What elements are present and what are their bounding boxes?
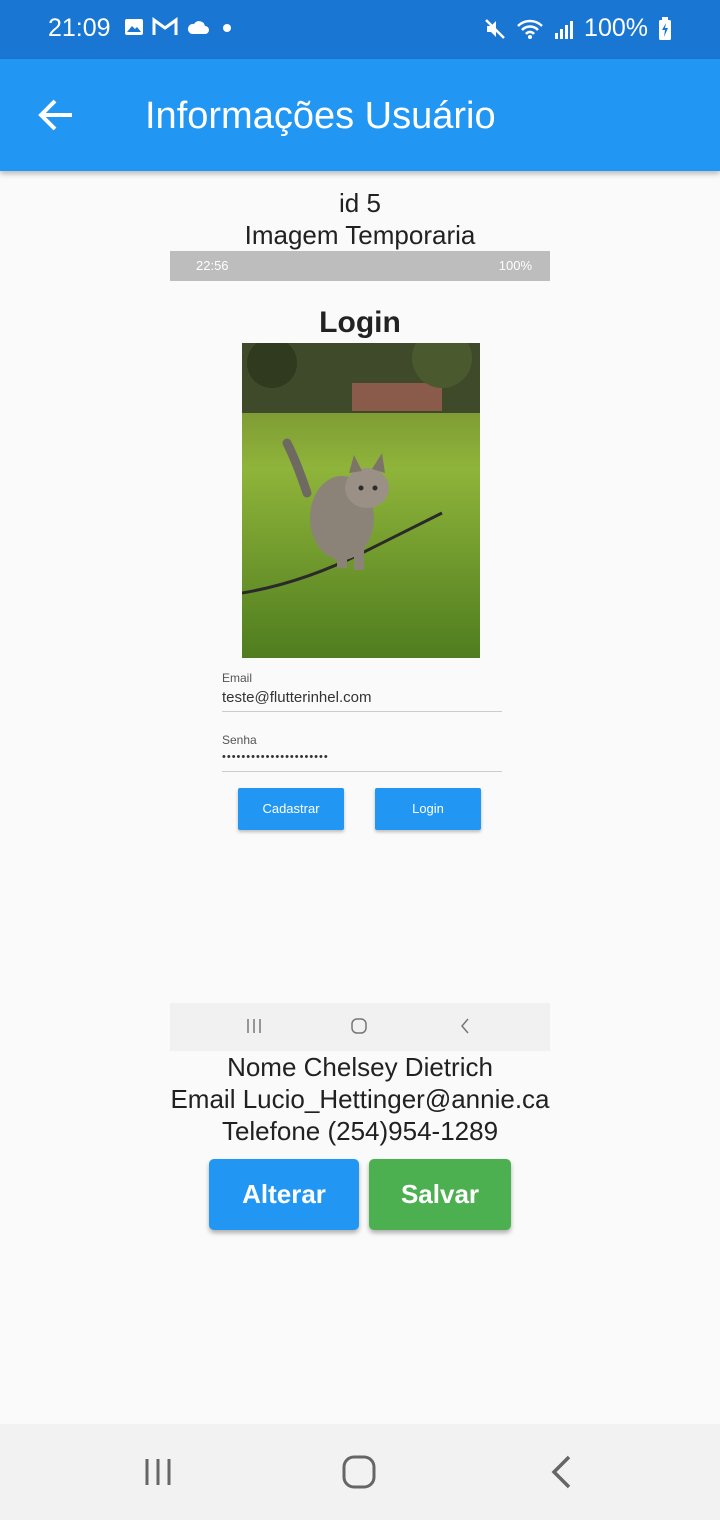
gmail-icon — [152, 17, 178, 35]
recent-apps-icon[interactable] — [140, 1454, 176, 1490]
embedded-register-button: Cadastrar — [238, 788, 344, 830]
battery-percent: 100% — [584, 14, 648, 42]
user-name-text: Nome Chelsey Dietrich — [227, 1052, 493, 1082]
embedded-password-value: •••••••••••••••••••••• — [222, 751, 329, 763]
embedded-password-label: Senha — [222, 733, 257, 747]
image-icon — [125, 19, 143, 35]
save-button[interactable]: Salvar — [369, 1159, 511, 1230]
status-notification-icons — [124, 17, 236, 37]
app-bar: Informações Usuário — [0, 59, 720, 171]
user-id-text: id 5 — [339, 188, 381, 218]
image-caption: Imagem Temporaria — [244, 220, 476, 250]
mute-icon — [485, 18, 505, 39]
status-bar: 21:09 100% — [0, 0, 720, 59]
cat-photo — [242, 343, 480, 658]
embedded-email-value: teste@flutterinhel.com — [222, 689, 372, 706]
embedded-status-battery: 100% — [498, 258, 532, 273]
alter-button[interactable]: Alterar — [209, 1159, 359, 1230]
embedded-password-underline — [222, 771, 502, 772]
battery-charging-icon — [659, 16, 671, 40]
embedded-login-title: Login — [319, 306, 401, 339]
embedded-nav-bar — [170, 1003, 550, 1051]
user-email-text: Email Lucio_Hettinger@annie.ca — [170, 1084, 550, 1114]
signal-icon — [555, 20, 574, 39]
embedded-email-label: Email — [222, 671, 253, 685]
system-nav-bar — [0, 1424, 720, 1520]
page-title: Informações Usuário — [145, 95, 496, 137]
embedded-email-underline — [222, 711, 502, 712]
status-system-icons: 100% — [484, 14, 672, 43]
back-button[interactable] — [34, 93, 78, 137]
embedded-status-bar: 22:56 100% — [170, 251, 550, 281]
embedded-status-time: 22:56 — [196, 258, 229, 273]
embedded-nav-icons — [247, 1018, 469, 1034]
arrow-back-icon — [38, 99, 72, 131]
wifi-icon — [517, 19, 543, 39]
home-icon[interactable] — [340, 1454, 378, 1490]
embedded-login-button: Login — [375, 788, 481, 830]
user-phone-text: Telefone (254)954-1289 — [221, 1116, 499, 1146]
back-nav-icon[interactable] — [545, 1454, 577, 1490]
status-time: 21:09 — [48, 14, 111, 42]
user-image: 22:56 100% Login Email teste@flutterinhe… — [170, 251, 550, 1051]
dot-icon — [223, 24, 231, 32]
cloud-icon — [187, 21, 209, 34]
